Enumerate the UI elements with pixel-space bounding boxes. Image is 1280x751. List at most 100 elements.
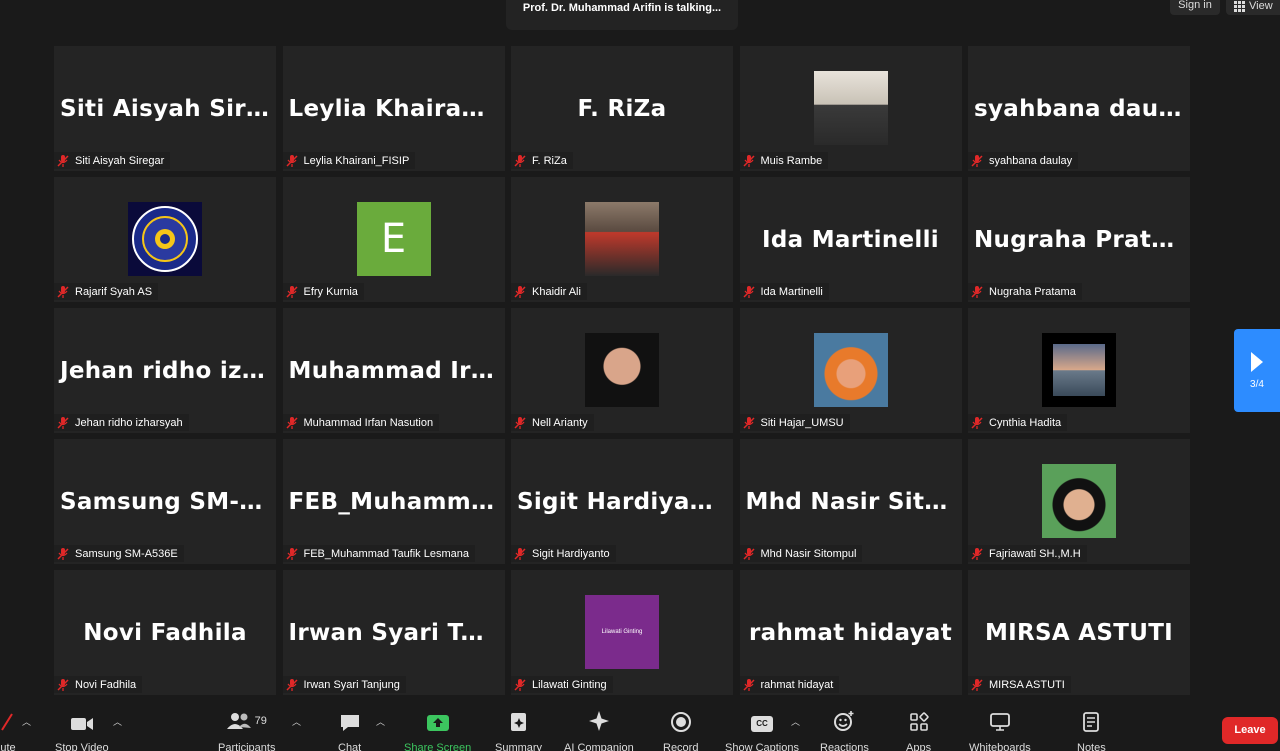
participant-name-label: Cynthia Hadita [968, 414, 1068, 431]
participant-name-label: Nugraha Pratama [968, 283, 1082, 300]
reactions-button[interactable]: Reactions [820, 710, 869, 751]
participant-tile[interactable]: Nell Arianty [511, 308, 733, 433]
participant-name: Cynthia Hadita [989, 416, 1062, 429]
microphone-muted-icon [970, 547, 984, 561]
participant-name: Muhammad Irfan Nasution [303, 416, 434, 429]
summary-label: Summary [495, 742, 543, 751]
chat-options-caret[interactable]: ︿ [376, 715, 385, 728]
next-page-button[interactable]: 3/4 [1234, 329, 1280, 412]
participant-name-label: Rajarif Syah AS [54, 283, 159, 300]
microphone-muted-icon [970, 154, 984, 168]
ai-companion-label: AI Companion [564, 742, 634, 751]
whiteboard-icon [989, 710, 1011, 732]
participants-count: 79 [254, 715, 267, 727]
microphone-muted-icon [513, 416, 527, 430]
summary-button[interactable]: Summary [495, 710, 542, 751]
chat-button[interactable]: Chat [338, 710, 361, 751]
participant-tile[interactable]: Siti Hajar_UMSU [739, 308, 962, 433]
participant-name: FEB_Muhammad Taufik Lesmana [303, 547, 470, 560]
participants-options-caret[interactable]: ︿ [292, 715, 301, 728]
notes-icon [1082, 710, 1100, 732]
participant-name-label: Leylia Khairani_FISIP [282, 152, 416, 169]
microphone-muted-icon [285, 416, 299, 430]
participant-display-name: Sigit Hardiyanto [517, 489, 733, 515]
microphone-muted-icon [56, 416, 70, 430]
participant-display-name: Novi Fadhila [83, 620, 247, 646]
participant-tile[interactable]: syahbana daulay syahbana daulay [968, 46, 1190, 171]
notes-button[interactable]: Notes [1077, 710, 1106, 751]
grid-icon [1234, 0, 1245, 12]
summary-icon [509, 710, 529, 732]
participant-display-name: MIRSA ASTUTI [984, 620, 1174, 646]
participants-button[interactable]: 79 Participants [218, 710, 275, 751]
participants-label: Participants [218, 742, 276, 751]
active-speaker-banner: Prof. Dr. Muhammad Arifin is talking... [506, 0, 738, 30]
captions-options-caret[interactable]: ︿ [791, 715, 800, 728]
participant-tile[interactable]: Rajarif Syah AS [54, 177, 276, 302]
participant-name-label: rahmat hidayat [739, 676, 840, 693]
participant-tile[interactable]: Novi Fadhila Novi Fadhila [54, 570, 276, 695]
microphone-muted-icon [742, 285, 756, 299]
sign-in-button[interactable]: Sign in [1170, 0, 1220, 15]
participant-name-label: Muhammad Irfan Nasution [282, 414, 440, 431]
participant-tile[interactable]: Lilawati Ginting Lilawati Ginting [511, 570, 733, 695]
mute-button[interactable]: ute [0, 710, 16, 751]
participant-tile[interactable]: Ida Martinelli Ida Martinelli [739, 177, 962, 302]
participant-tile[interactable]: Muhammad Irfa... Muhammad Irfan Nasution [282, 308, 505, 433]
whiteboards-label: Whiteboards [969, 742, 1031, 751]
microphone-muted-icon [970, 678, 984, 692]
stop-video-label: Stop Video [55, 742, 109, 751]
participant-tile[interactable]: Samsung SM-A5... Samsung SM-A536E [54, 439, 276, 564]
audio-options-caret[interactable]: ︿ [22, 715, 31, 728]
participant-name-label: MIRSA ASTUTI [968, 676, 1071, 693]
participant-name-label: Sigit Hardiyanto [511, 545, 616, 562]
participant-tile[interactable]: Muis Rambe [739, 46, 962, 171]
microphone-muted-icon [285, 547, 299, 561]
apps-button[interactable]: Apps [906, 710, 931, 751]
participant-tile[interactable]: Nugraha Pratama Nugraha Pratama [968, 177, 1190, 302]
participant-display-name: syahbana daulay [974, 96, 1190, 122]
share-screen-label: Share Screen [404, 742, 472, 751]
participant-tile[interactable]: Khaidir Ali [511, 177, 733, 302]
participant-tile[interactable]: Cynthia Hadita [968, 308, 1190, 433]
participant-name: Lilawati Ginting [532, 678, 607, 691]
participant-name: Muis Rambe [760, 154, 823, 167]
reactions-label: Reactions [820, 742, 869, 751]
microphone-muted-icon [742, 547, 756, 561]
participant-name: Rajarif Syah AS [75, 285, 153, 298]
avatar-image [1053, 344, 1105, 396]
participant-name-label: syahbana daulay [968, 152, 1079, 169]
ai-companion-button[interactable]: AI Companion [564, 710, 634, 751]
leave-button[interactable]: Leave [1222, 717, 1278, 744]
participant-tile[interactable]: Leylia Khairani_F... Leylia Khairani_FISI… [282, 46, 505, 171]
participant-tile[interactable]: FEB_Muhammad... FEB_Muhammad Taufik Lesma… [282, 439, 505, 564]
participant-name-label: Irwan Syari Tanjung [282, 676, 406, 693]
view-button[interactable]: View [1226, 0, 1280, 15]
whiteboards-button[interactable]: Whiteboards [969, 710, 1031, 751]
participant-tile[interactable]: F. RiZa F. RiZa [511, 46, 733, 171]
video-options-caret[interactable]: ︿ [113, 715, 122, 728]
chat-bubble-icon [339, 710, 361, 732]
participant-tile[interactable]: Jehan ridho izha... Jehan ridho izharsyah [54, 308, 276, 433]
participant-tile[interactable]: Mhd Nasir Sito... Mhd Nasir Sitompul [739, 439, 962, 564]
chat-label: Chat [338, 742, 362, 751]
participant-name-label: Samsung SM-A536E [54, 545, 184, 562]
participant-tile[interactable]: Sigit Hardiyanto Sigit Hardiyanto [511, 439, 733, 564]
apps-label: Apps [906, 742, 932, 751]
microphone-muted-icon [56, 154, 70, 168]
chevron-right-icon [1251, 352, 1263, 372]
participant-tile[interactable]: E Efry Kurnia [282, 177, 505, 302]
participant-avatar [128, 202, 202, 276]
microphone-muted-icon [513, 678, 527, 692]
participant-tile[interactable]: rahmat hidayat rahmat hidayat [739, 570, 962, 695]
record-button[interactable]: Record [663, 710, 698, 751]
participant-tile[interactable]: Irwan Syari Tanj... Irwan Syari Tanjung [282, 570, 505, 695]
participant-tile[interactable]: Siti Aisyah Siregar Siti Aisyah Siregar [54, 46, 276, 171]
stop-video-button[interactable]: Stop Video [55, 710, 109, 751]
participant-tile[interactable]: MIRSA ASTUTI MIRSA ASTUTI [968, 570, 1190, 695]
participant-avatar: E [356, 202, 431, 276]
share-screen-button[interactable]: Share Screen [404, 710, 471, 751]
microphone-muted-icon [56, 678, 70, 692]
participant-tile[interactable]: Fajriawati SH.,M.H [968, 439, 1190, 564]
show-captions-button[interactable]: CC Show Captions [725, 710, 799, 751]
